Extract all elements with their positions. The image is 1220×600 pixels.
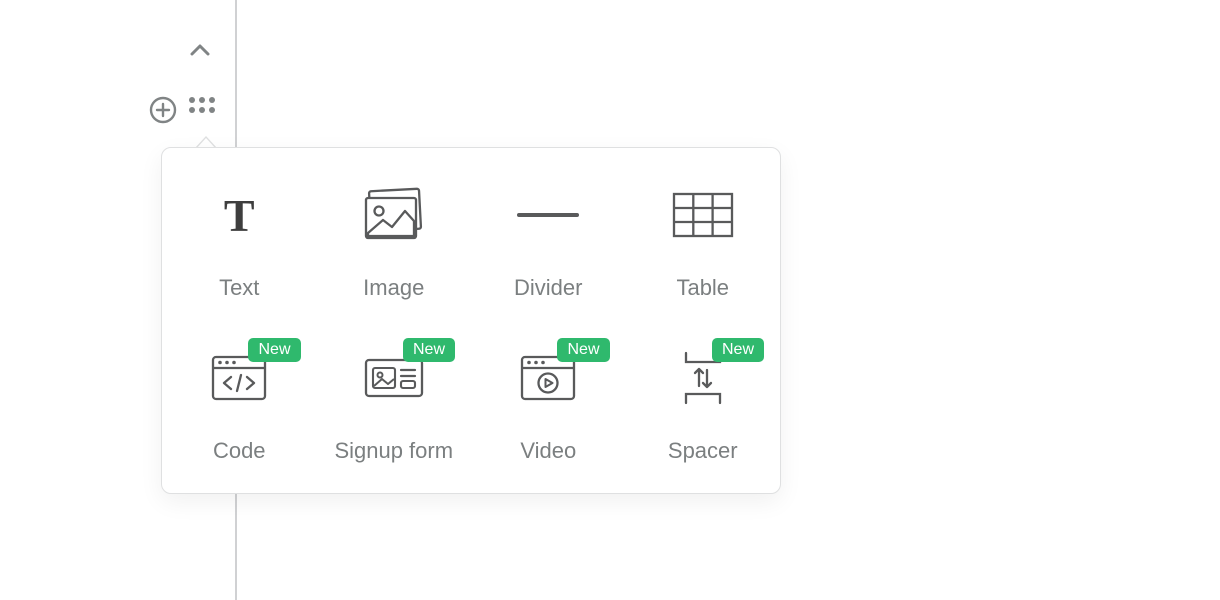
insert-text-label: Text xyxy=(219,274,259,303)
chevron-up-icon[interactable] xyxy=(188,38,212,62)
new-badge: New xyxy=(712,338,764,362)
divider-icon xyxy=(515,182,581,248)
table-icon xyxy=(670,182,736,248)
image-icon xyxy=(361,182,427,248)
insert-divider-label: Divider xyxy=(514,274,582,303)
insert-table[interactable]: Table xyxy=(626,182,781,303)
insert-image[interactable]: Image xyxy=(317,182,472,303)
new-badge: New xyxy=(557,338,609,362)
insert-divider[interactable]: Divider xyxy=(471,182,626,303)
insert-code[interactable]: New Code xyxy=(162,345,317,466)
insert-video-label: Video xyxy=(520,437,576,466)
insert-signup-form[interactable]: New Signup form xyxy=(317,345,472,466)
insert-spacer[interactable]: New Spacer xyxy=(626,345,781,466)
insert-spacer-label: Spacer xyxy=(668,437,738,466)
insert-block-popover: T Text Image Divider xyxy=(161,147,781,494)
insert-video[interactable]: New Video xyxy=(471,345,626,466)
add-button[interactable] xyxy=(148,95,178,125)
insert-text[interactable]: T Text xyxy=(162,182,317,303)
drag-handle-icon[interactable] xyxy=(189,97,215,113)
insert-table-label: Table xyxy=(676,274,729,303)
new-badge: New xyxy=(403,338,455,362)
insert-block-grid: T Text Image Divider xyxy=(162,182,780,465)
insert-code-label: Code xyxy=(213,437,266,466)
text-icon: T xyxy=(224,182,255,248)
insert-image-label: Image xyxy=(363,274,424,303)
new-badge: New xyxy=(248,338,300,362)
insert-signup-form-label: Signup form xyxy=(334,437,453,466)
